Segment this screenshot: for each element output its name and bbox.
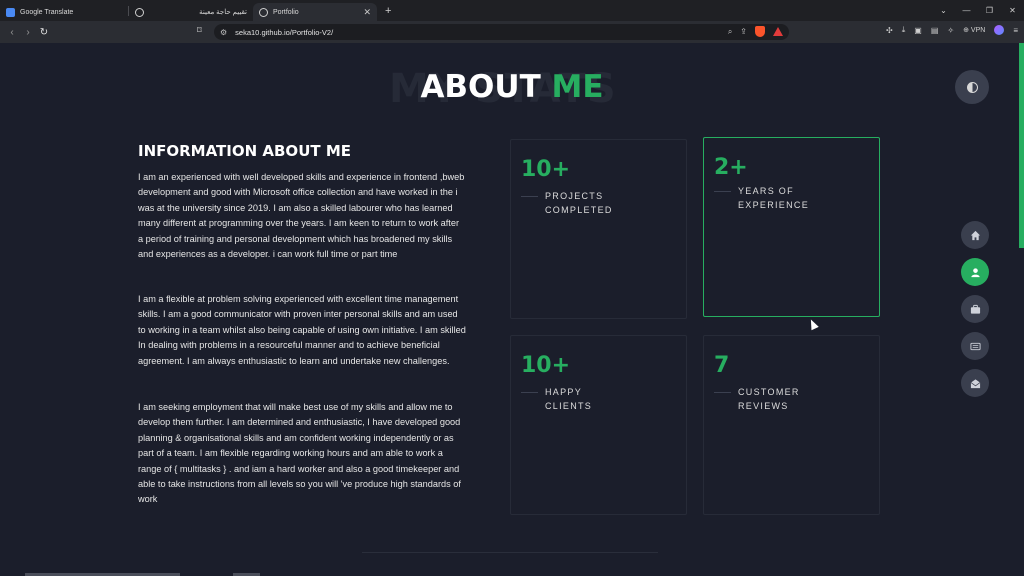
nav-blog-button[interactable] bbox=[961, 332, 989, 360]
newspaper-icon bbox=[969, 342, 981, 350]
contrast-icon bbox=[966, 81, 978, 93]
brave-rewards-icon[interactable] bbox=[773, 27, 783, 36]
url-text[interactable]: seka10.github.io/Portfolio-V2/ bbox=[235, 28, 333, 37]
stat-label: PROJECTS COMPLETED bbox=[545, 189, 613, 217]
section-divider bbox=[362, 552, 658, 553]
tab-label: Portfolio bbox=[273, 8, 299, 16]
sidebar-icon[interactable]: ▣ bbox=[914, 26, 922, 35]
vpn-button[interactable]: ⊕ VPN bbox=[963, 26, 985, 34]
about-paragraph-3: I am seeking employment that will make b… bbox=[138, 402, 461, 505]
tab-bar: Google Translate تقييم حاجة معينة Portfo… bbox=[0, 0, 1024, 21]
address-bar[interactable]: ⚙ seka10.github.io/Portfolio-V2/ ⌕ ⇪ bbox=[214, 24, 789, 40]
nav-contact-button[interactable] bbox=[961, 369, 989, 397]
leo-ai-icon[interactable]: ✧ bbox=[947, 26, 954, 35]
zoom-icon[interactable]: ⌕ bbox=[728, 27, 732, 37]
stat-label-line2: COMPLETED bbox=[545, 205, 613, 215]
stat-card-experience: 2+ YEARS OF EXPERIENCE bbox=[703, 137, 880, 317]
reload-icon[interactable]: ↻ bbox=[36, 27, 52, 38]
stat-label: HAPPY CLIENTS bbox=[545, 385, 592, 413]
stat-number: 10+ bbox=[521, 157, 571, 182]
nav-home-button[interactable] bbox=[961, 221, 989, 249]
brave-search-icon bbox=[135, 7, 144, 17]
nav-portfolio-button[interactable] bbox=[961, 295, 989, 323]
stat-line bbox=[714, 191, 731, 192]
stat-label-line2: CLIENTS bbox=[545, 401, 593, 411]
stat-label: YEARS OF EXPERIENCE bbox=[738, 184, 809, 212]
stat-line bbox=[521, 196, 538, 197]
stat-label-line1: HAPPY bbox=[545, 387, 583, 397]
brave-shields-icon[interactable] bbox=[755, 26, 765, 37]
stat-label-line1: YEARS OF bbox=[738, 186, 794, 196]
scrollbar-thumb[interactable] bbox=[1019, 43, 1024, 248]
downloads-icon[interactable]: ⤓ bbox=[902, 25, 906, 35]
stat-number: 7 bbox=[714, 353, 730, 378]
nav-about-button[interactable] bbox=[961, 258, 989, 286]
browser-toolbar: ‹ › ↻ ⌑ ⚙ seka10.github.io/Portfolio-V2/… bbox=[0, 21, 1024, 43]
stat-card-projects: 10+ PROJECTS COMPLETED bbox=[510, 139, 687, 319]
back-icon[interactable]: ‹ bbox=[4, 27, 20, 38]
minimize-icon[interactable]: — bbox=[955, 6, 978, 15]
stat-label-line1: PROJECTS bbox=[545, 191, 604, 201]
page-title: ABOUT ME bbox=[0, 69, 1024, 105]
bookmark-icon[interactable]: ⌑ bbox=[197, 25, 202, 36]
stat-line bbox=[521, 392, 538, 393]
envelope-open-icon bbox=[970, 378, 980, 388]
tab-label: Google Translate bbox=[20, 8, 74, 16]
browser-right-tools: ✣ ⤓ ▣ ▤ ✧ ⊕ VPN ≡ bbox=[886, 25, 1018, 35]
stat-label-line2: REVIEWS bbox=[738, 401, 789, 411]
globe-icon bbox=[259, 7, 268, 17]
stat-label-line1: CUSTOMER bbox=[738, 387, 800, 397]
close-tab-icon[interactable]: ✕ bbox=[363, 7, 371, 18]
about-paragraph-1: I am an experienced with well developed … bbox=[138, 172, 465, 260]
profile-avatar[interactable] bbox=[994, 25, 1005, 35]
stat-card-clients: 10+ HAPPY CLIENTS bbox=[510, 335, 687, 515]
stat-line bbox=[714, 392, 731, 393]
site-settings-icon[interactable]: ⚙ bbox=[220, 28, 227, 37]
theme-toggle-button[interactable] bbox=[955, 70, 989, 104]
vpn-label: VPN bbox=[970, 27, 986, 34]
stat-number: 2+ bbox=[714, 155, 748, 180]
extensions-icon[interactable]: ✣ bbox=[886, 26, 893, 35]
stat-label-line2: EXPERIENCE bbox=[738, 200, 810, 210]
user-icon bbox=[970, 267, 980, 277]
tab-search-chevron-icon[interactable]: ⌄ bbox=[932, 6, 955, 15]
tab-google-translate[interactable]: Google Translate bbox=[0, 3, 128, 21]
about-paragraph-2: I am a flexible at problem solving exper… bbox=[138, 294, 466, 366]
title-white: ABOUT bbox=[420, 69, 541, 105]
mouse-cursor bbox=[807, 317, 819, 331]
new-tab-button[interactable]: + bbox=[385, 5, 391, 17]
info-heading: INFORMATION ABOUT ME bbox=[138, 142, 351, 160]
stat-card-reviews: 7 CUSTOMER REVIEWS bbox=[703, 335, 880, 515]
title-green: ME bbox=[551, 69, 604, 105]
tab-portfolio[interactable]: Portfolio ✕ bbox=[253, 3, 377, 21]
tab-search[interactable]: تقييم حاجة معينة bbox=[129, 3, 253, 21]
page-content: MY STATS ABOUT ME INFORMATION ABOUT ME I… bbox=[0, 43, 1024, 576]
forward-icon[interactable]: › bbox=[20, 27, 36, 38]
menu-icon[interactable]: ≡ bbox=[1013, 26, 1018, 35]
close-window-icon[interactable]: ✕ bbox=[1001, 6, 1024, 15]
share-icon[interactable]: ⇪ bbox=[740, 27, 747, 36]
wallet-icon[interactable]: ▤ bbox=[931, 26, 939, 35]
restore-icon[interactable]: ❐ bbox=[978, 6, 1001, 15]
tab-label: تقييم حاجة معينة bbox=[199, 9, 247, 16]
translate-icon bbox=[6, 7, 15, 17]
window-controls: ⌄ — ❐ ✕ bbox=[932, 0, 1024, 21]
address-bar-icons: ⌕ ⇪ bbox=[728, 26, 783, 37]
briefcase-icon bbox=[970, 304, 980, 314]
stat-number: 10+ bbox=[521, 353, 571, 378]
home-icon bbox=[970, 230, 980, 240]
stat-label: CUSTOMER REVIEWS bbox=[738, 385, 800, 413]
